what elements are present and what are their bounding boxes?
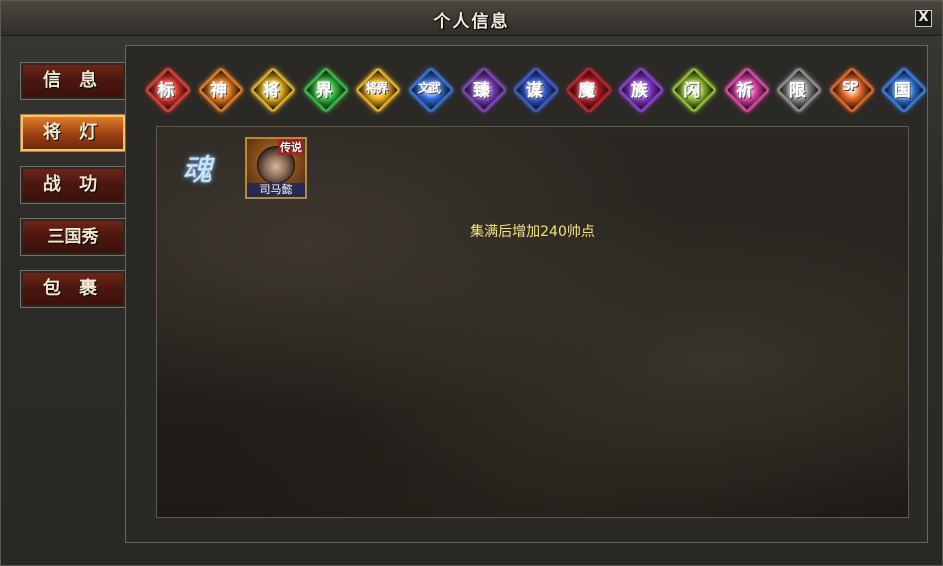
category-badge-4[interactable]: 将界	[355, 67, 402, 113]
category-badge-6[interactable]: 臻	[460, 67, 507, 113]
sidebar-item-merit[interactable]: 战 功	[20, 166, 126, 204]
badge-label: 神	[210, 81, 228, 101]
sidebar-item-label: 将 灯	[42, 122, 104, 143]
category-badge-5[interactable]: 文武	[408, 67, 454, 113]
category-badge-1[interactable]: 神	[197, 67, 244, 113]
category-badge-12[interactable]: 限	[776, 67, 822, 113]
category-badge-8[interactable]: 魔	[566, 67, 612, 113]
badge-label: 国	[893, 81, 911, 101]
category-badge-0[interactable]: 标	[145, 67, 191, 113]
category-badge-7[interactable]: 谋	[513, 67, 559, 113]
general-card[interactable]: 传说 司马懿	[245, 137, 307, 199]
sidebar-item-info[interactable]: 信 息	[20, 62, 126, 100]
badge-label: 谋	[525, 81, 543, 101]
sidebar: 信 息 将 灯 战 功 三国秀 包 裹	[20, 62, 139, 323]
window-title: 个人信息	[433, 12, 510, 32]
category-badge-3[interactable]: 界	[303, 67, 349, 113]
lamp-content-area: 魂 传说 司马懿 集满后增加240帅点	[156, 126, 909, 518]
category-badge-10[interactable]: 闪	[671, 67, 717, 113]
badge-label: 限	[788, 81, 806, 101]
rarity-tag: 传说	[278, 139, 304, 155]
category-badge-11[interactable]: 祈	[723, 67, 770, 113]
badge-label: 臻	[473, 81, 491, 101]
general-name: 司马懿	[247, 183, 305, 197]
category-badge-13[interactable]: SP	[829, 67, 875, 113]
badge-label: 闪	[683, 81, 701, 101]
category-badge-14[interactable]: 国	[881, 67, 928, 113]
badge-label: 族	[630, 81, 648, 101]
personal-info-window: 个人信息 X 信 息 将 灯 战 功 三国秀 包 裹 标神将界将界 文武臻谋魔族闪…	[0, 0, 943, 566]
badge-label: 文武	[417, 81, 441, 95]
badge-label: 标	[157, 81, 175, 101]
badge-label: 将界	[365, 81, 388, 95]
main-panel: 标神将界将界 文武臻谋魔族闪祈限 SP 国 魂 传说 司马懿 集满后增加240帅点	[125, 45, 928, 543]
badge-label: 界	[315, 81, 333, 101]
title-bar: 个人信息 X	[1, 1, 942, 36]
category-badge-bar: 标神将界将界 文武臻谋魔族闪祈限 SP 国	[140, 60, 928, 118]
badge-label: 祈	[736, 81, 754, 101]
sidebar-item-general-lamp[interactable]: 将 灯	[20, 114, 139, 152]
category-badge-2[interactable]: 将	[250, 67, 296, 113]
badge-label: SP	[842, 79, 858, 93]
sidebar-item-three-kingdoms-show[interactable]: 三国秀	[20, 218, 126, 256]
close-button[interactable]: X	[915, 10, 932, 27]
soul-icon: 魂	[182, 153, 212, 188]
badge-label: 魔	[578, 81, 596, 101]
collection-hint: 集满后增加240帅点	[470, 224, 595, 240]
badge-label: 将	[262, 81, 280, 101]
sidebar-item-inventory[interactable]: 包 裹	[20, 270, 126, 308]
category-badge-9[interactable]: 族	[618, 67, 665, 113]
